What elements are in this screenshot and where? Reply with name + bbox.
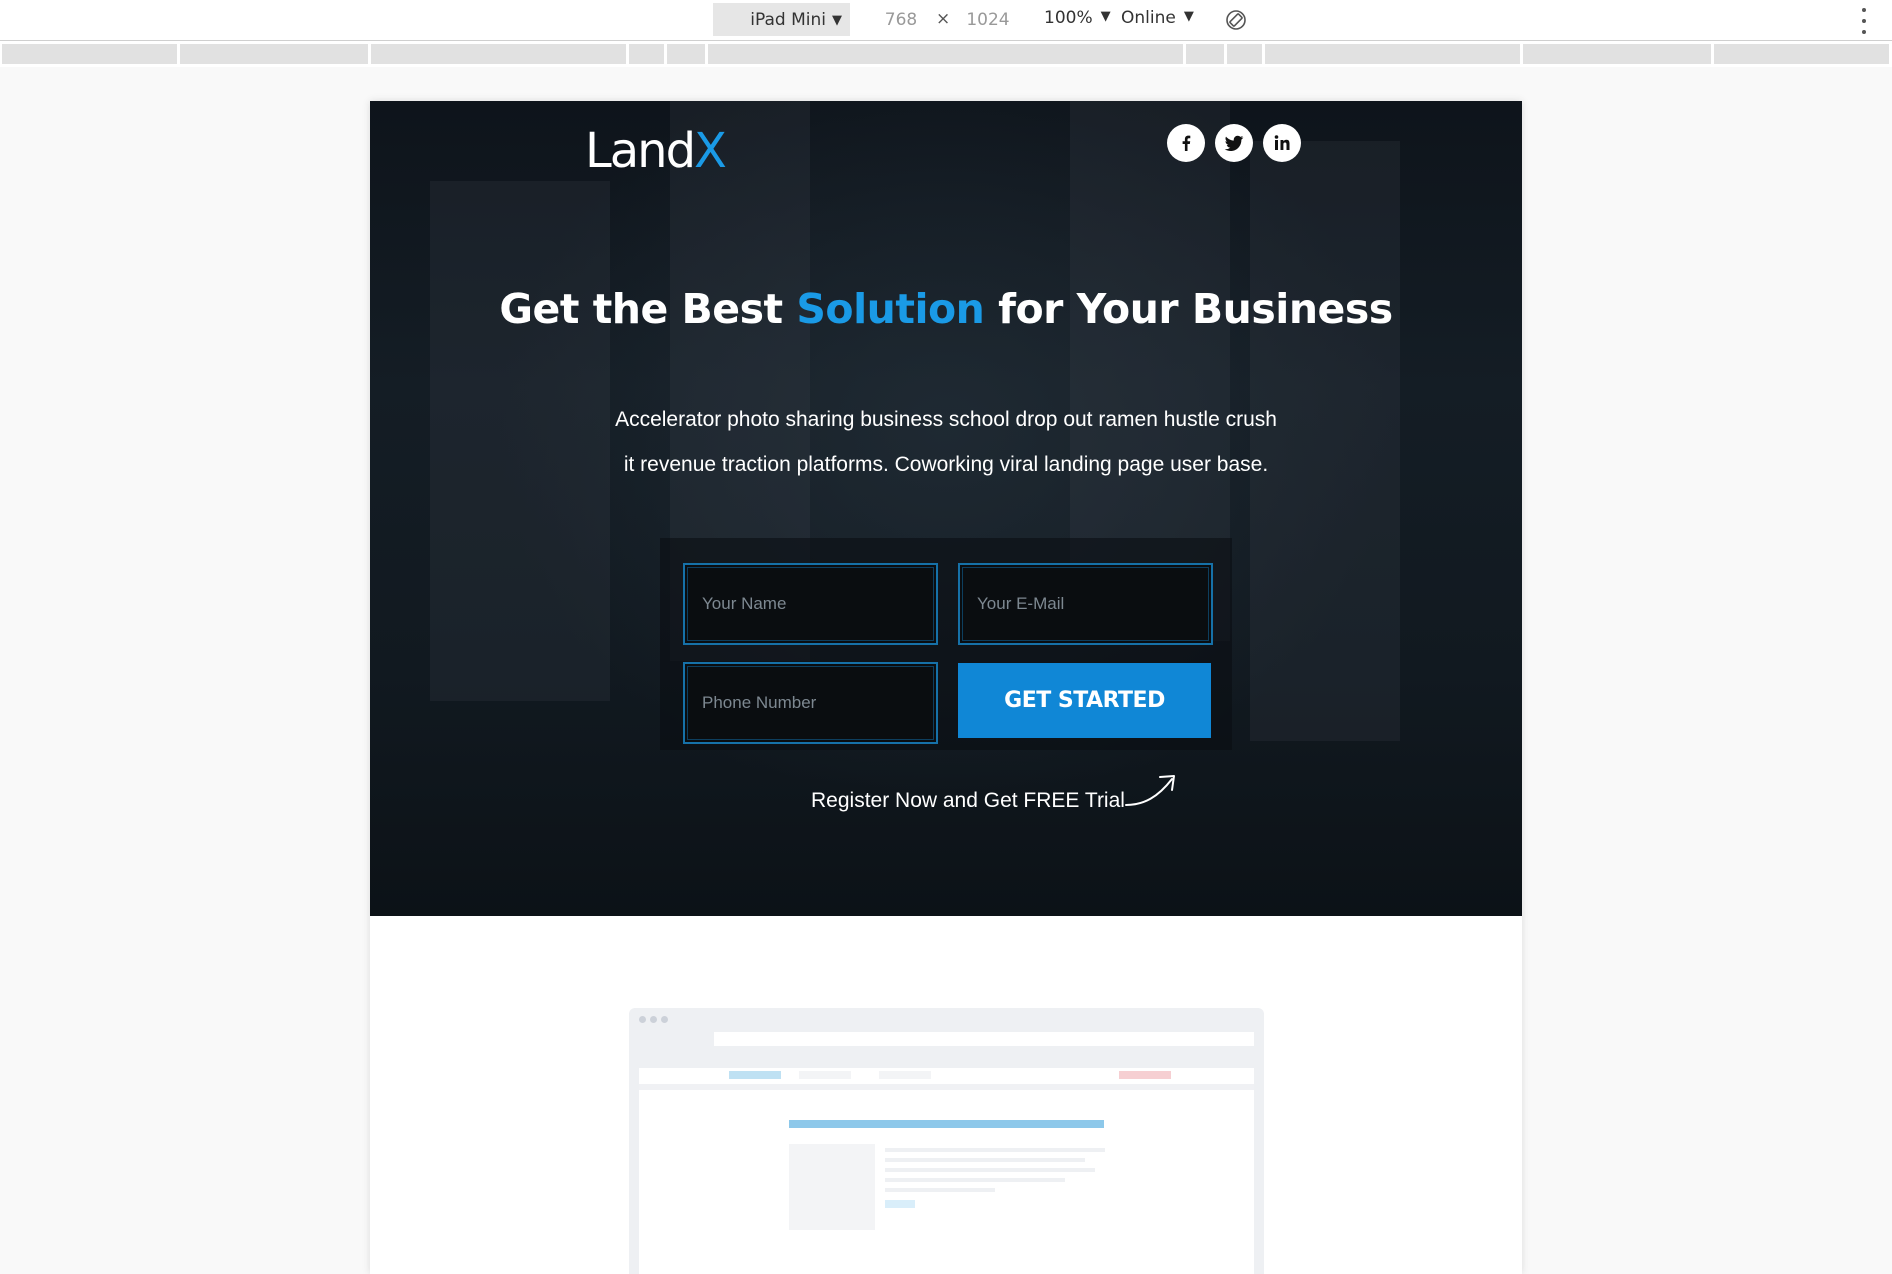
device-name: iPad Mini bbox=[750, 9, 826, 30]
devtools-device-toolbar: iPad Mini ▼ × 100% ▼ Online ▼ bbox=[0, 0, 1892, 41]
description-line: Accelerator photo sharing business schoo… bbox=[615, 408, 1277, 431]
hero-section: LandX Get the Best Solution for Your Bus… bbox=[370, 101, 1522, 916]
landx-logo[interactable]: LandX bbox=[585, 123, 727, 179]
window-dots bbox=[639, 1016, 668, 1023]
social-links bbox=[1167, 124, 1301, 162]
register-text: Register Now and Get FREE Trial bbox=[811, 789, 1125, 812]
height-input[interactable] bbox=[958, 8, 1018, 32]
signup-form: Your Name Your E-Mail Phone Number GET S… bbox=[660, 538, 1232, 750]
facebook-icon[interactable] bbox=[1167, 124, 1205, 162]
headline-accent: Solution bbox=[796, 285, 985, 333]
device-viewport: LandX Get the Best Solution for Your Bus… bbox=[370, 101, 1522, 1274]
mock-address-bar bbox=[714, 1032, 1254, 1046]
logo-accent: X bbox=[694, 123, 727, 179]
headline-bold: Business bbox=[1191, 285, 1393, 333]
zoom-select[interactable]: 100% ▼ bbox=[1044, 8, 1111, 28]
zoom-value: 100% bbox=[1044, 8, 1093, 28]
media-query-segment[interactable] bbox=[2, 44, 177, 64]
media-query-segment[interactable] bbox=[1523, 44, 1711, 64]
chevron-down-icon: ▼ bbox=[832, 13, 842, 28]
dimension-separator: × bbox=[936, 9, 951, 29]
media-query-segment[interactable] bbox=[180, 44, 368, 64]
phone-input[interactable]: Phone Number bbox=[683, 662, 938, 744]
linkedin-icon[interactable] bbox=[1263, 124, 1301, 162]
media-query-segment[interactable] bbox=[1186, 44, 1224, 64]
chevron-down-icon: ▼ bbox=[1183, 9, 1194, 24]
media-query-segment[interactable] bbox=[708, 44, 1183, 64]
width-input[interactable] bbox=[871, 8, 931, 32]
logo-text: Land bbox=[585, 123, 696, 179]
media-query-segment[interactable] bbox=[1265, 44, 1520, 64]
hero-description: Accelerator photo sharing business schoo… bbox=[570, 397, 1322, 487]
name-input[interactable]: Your Name bbox=[683, 563, 938, 645]
description-line: it revenue traction platforms. Coworking… bbox=[623, 453, 1269, 476]
network-value: Online bbox=[1121, 8, 1176, 28]
twitter-icon[interactable] bbox=[1215, 124, 1253, 162]
browser-mockup-illustration bbox=[629, 1008, 1264, 1274]
media-query-segment[interactable] bbox=[1714, 44, 1889, 64]
media-query-segment[interactable] bbox=[667, 44, 705, 64]
arrow-icon bbox=[1125, 775, 1175, 806]
email-input[interactable]: Your E-Mail bbox=[958, 563, 1213, 645]
device-select[interactable]: iPad Mini ▼ bbox=[713, 3, 850, 36]
media-query-segment[interactable] bbox=[1227, 44, 1262, 64]
mock-page bbox=[639, 1068, 1254, 1274]
hero-headline: Get the Best Solution for Your Business bbox=[370, 285, 1522, 333]
media-query-segment[interactable] bbox=[629, 44, 664, 64]
get-started-button[interactable]: GET STARTED bbox=[958, 663, 1211, 738]
media-query-bar bbox=[0, 41, 1892, 67]
media-query-segment[interactable] bbox=[371, 44, 626, 64]
chevron-down-icon: ▼ bbox=[1100, 9, 1111, 24]
network-throttle-select[interactable]: Online ▼ bbox=[1121, 8, 1194, 28]
more-options-icon[interactable] bbox=[1856, 8, 1872, 34]
headline-text: for Your bbox=[984, 285, 1192, 333]
headline-text: Get the Best bbox=[499, 285, 797, 333]
rotate-icon[interactable] bbox=[1224, 8, 1248, 32]
